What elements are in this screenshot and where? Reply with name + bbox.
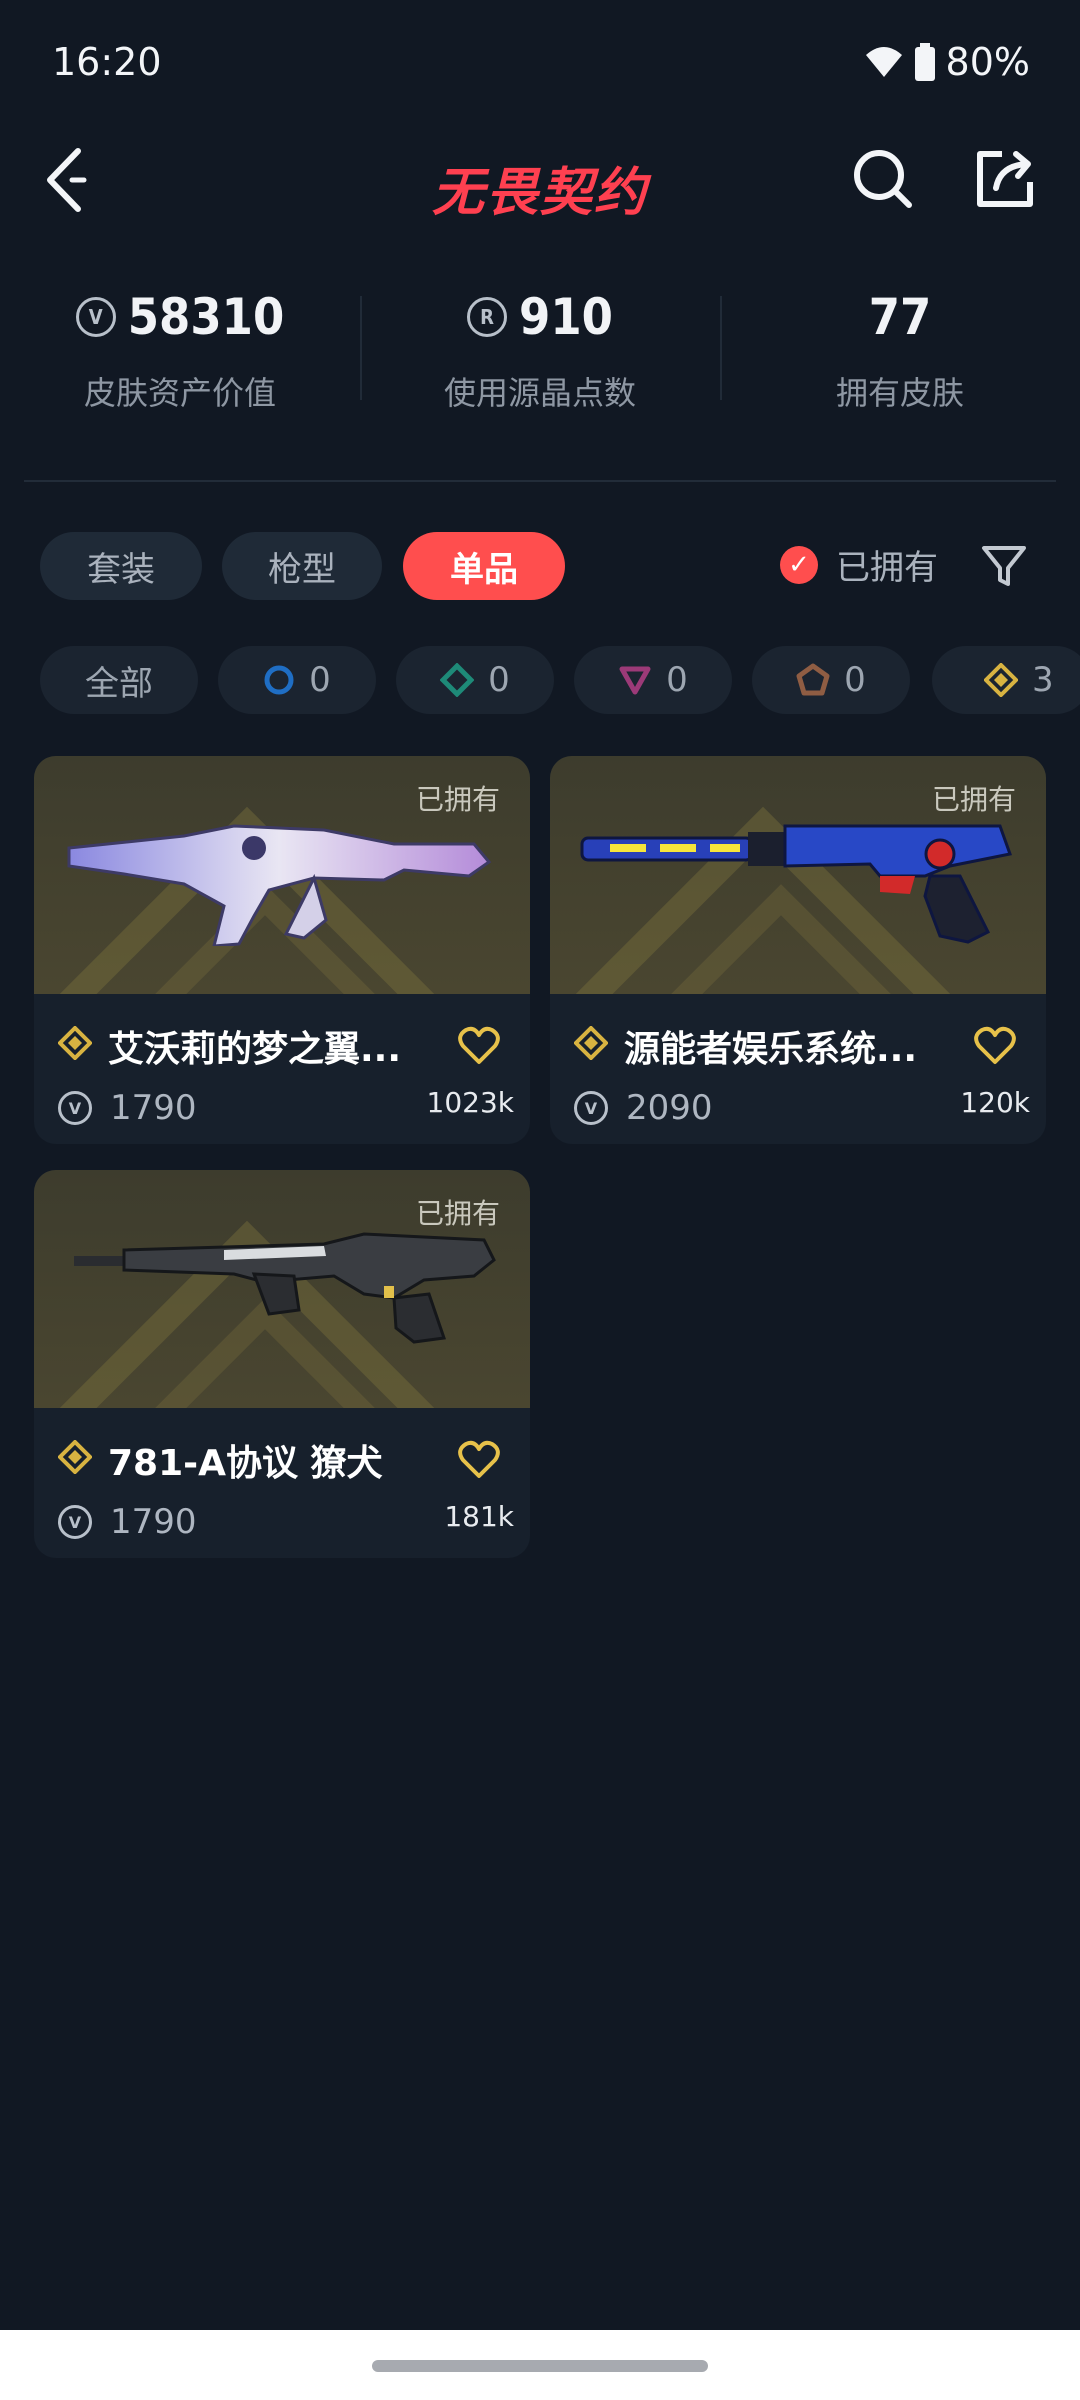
vp-coin-icon: V	[75, 297, 116, 337]
share-button[interactable]	[974, 148, 1036, 210]
skin-name: 艾沃莉的梦之翼...	[108, 1029, 402, 1070]
skin-card[interactable]: 已拥有 艾沃莉的梦之翼... V 1790 1023k	[34, 756, 530, 1144]
chip-count: 0	[309, 660, 331, 700]
owned-tag: 已拥有	[931, 783, 1016, 816]
stats-summary: V 58310 皮肤资产价值 R 910 使用源晶点数 77 拥有皮肤	[0, 270, 1080, 420]
skin-image: 已拥有	[34, 1170, 530, 1408]
search-icon	[854, 150, 912, 208]
owned-tag: 已拥有	[415, 783, 500, 816]
stat-asset-value: V 58310 皮肤资产价值	[0, 270, 360, 420]
vp-coin-icon: V	[58, 1505, 92, 1539]
vp-coin-icon: V	[58, 1091, 92, 1125]
ultra-tier-icon	[574, 1026, 608, 1060]
chip-count: 3	[1032, 660, 1054, 700]
rarity-chip-deluxe[interactable]: 0	[396, 646, 554, 714]
rifle-skin-image	[67, 824, 492, 946]
owned-filter-toggle[interactable]: ✓ 已拥有	[780, 540, 938, 589]
stat-value: 77	[868, 288, 932, 346]
stat-radianite: R 910 使用源晶点数	[360, 270, 720, 420]
rarity-chip-premium[interactable]: 0	[574, 646, 732, 714]
radianite-icon: R	[467, 297, 508, 337]
filter-button[interactable]	[978, 540, 1030, 592]
skin-card[interactable]: 已拥有 781-A协议 獠犬 V 1790 181k	[34, 1170, 530, 1558]
ultra-tier-icon	[58, 1026, 92, 1060]
check-icon: ✓	[780, 545, 818, 584]
like-count: 1023k	[426, 1086, 514, 1119]
chip-count: 0	[666, 660, 688, 700]
skin-price: 2090	[626, 1088, 713, 1128]
chip-count: 0	[844, 660, 866, 700]
stat-value: 910	[519, 288, 613, 346]
rarity-chip-ultra[interactable]: 3	[932, 646, 1080, 714]
premium-tier-icon	[619, 666, 651, 695]
skin-image: 已拥有	[34, 756, 530, 994]
chip-count: 0	[488, 660, 510, 700]
tab-weapon-type[interactable]: 枪型	[222, 532, 382, 600]
skin-name: 源能者娱乐系统...	[624, 1029, 918, 1070]
status-icons: 80%	[864, 40, 1030, 84]
battery-icon	[914, 43, 935, 81]
exclusive-tier-icon	[796, 663, 830, 696]
share-icon	[977, 151, 1033, 207]
pistol-skin-image	[580, 824, 1012, 944]
app-logo: 无畏契约	[431, 163, 648, 223]
ultra-tier-icon	[984, 663, 1018, 697]
search-button[interactable]	[852, 148, 914, 210]
tab-bundles[interactable]: 套装	[40, 532, 202, 600]
heart-icon[interactable]	[458, 1026, 500, 1066]
like-count: 120k	[960, 1086, 1030, 1119]
heart-icon[interactable]	[974, 1026, 1016, 1066]
vp-coin-icon: V	[574, 1091, 608, 1125]
heart-icon[interactable]	[458, 1440, 500, 1480]
stat-label: 拥有皮肤	[835, 374, 964, 412]
funnel-icon	[982, 546, 1026, 586]
select-tier-icon	[264, 665, 294, 695]
smg-skin-image	[74, 1232, 496, 1344]
tab-items[interactable]: 单品	[403, 532, 565, 600]
stat-label: 使用源晶点数	[443, 374, 636, 412]
rarity-chip-exclusive[interactable]: 0	[752, 646, 910, 714]
skin-price: 1790	[110, 1088, 197, 1128]
status-time: 16:20	[52, 40, 162, 84]
deluxe-tier-icon	[440, 663, 475, 697]
stat-value: 58310	[127, 288, 285, 346]
rarity-chip-all[interactable]: 全部	[40, 646, 198, 714]
rarity-chip-select[interactable]: 0	[218, 646, 376, 714]
stat-label: 皮肤资产价值	[83, 374, 276, 412]
divider	[24, 480, 1056, 482]
like-count: 181k	[444, 1500, 514, 1533]
skin-name: 781-A协议 獠犬	[108, 1443, 383, 1484]
skin-card[interactable]: 已拥有 源能者娱乐系统... V 2090 120k	[550, 756, 1046, 1144]
skin-image: 已拥有	[550, 756, 1046, 994]
ultra-tier-icon	[58, 1440, 92, 1474]
wifi-icon	[865, 47, 902, 77]
owned-tag: 已拥有	[415, 1197, 500, 1230]
owned-filter-label: 已拥有	[836, 548, 938, 588]
battery-level: 80%	[945, 40, 1030, 84]
skin-price: 1790	[110, 1502, 197, 1542]
home-indicator[interactable]	[372, 2360, 708, 2372]
stat-owned-skins: 77 拥有皮肤	[720, 270, 1080, 420]
